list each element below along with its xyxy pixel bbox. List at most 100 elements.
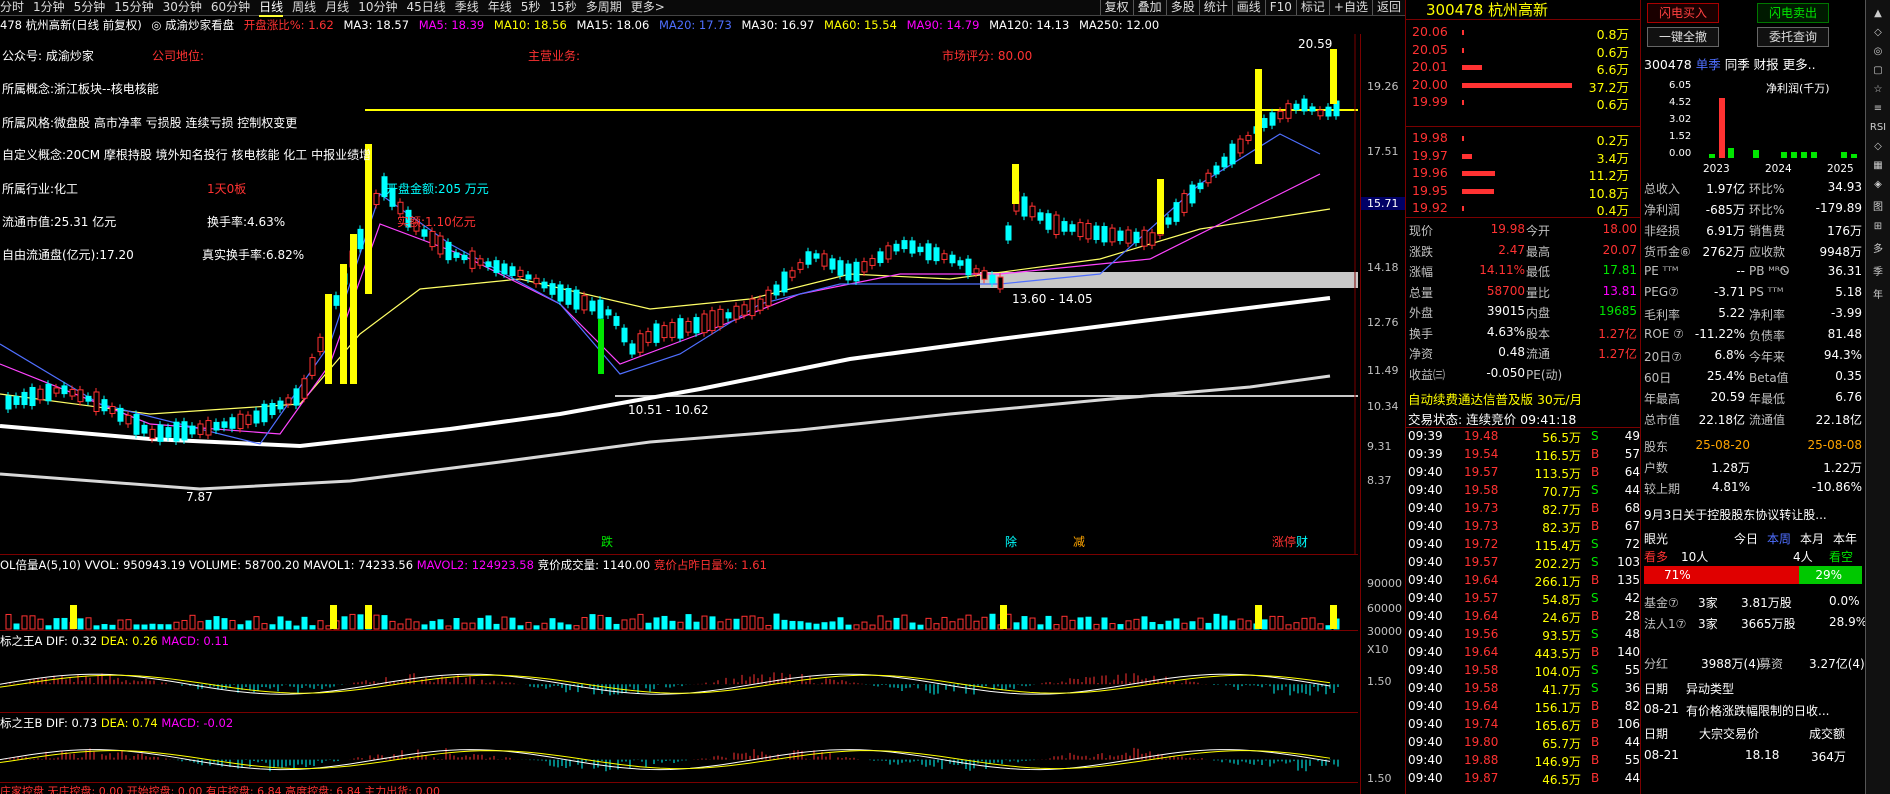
tick-row[interactable]: 09:40 19.80 65.7万 B 44 xyxy=(1406,735,1641,752)
tick-row[interactable]: 09:40 19.64 443.5万 B 140 xyxy=(1406,645,1641,662)
tool-button[interactable]: 返回 xyxy=(1371,0,1405,15)
book-row[interactable]: 19.96 11.2万 xyxy=(1412,165,1637,183)
candle xyxy=(37,388,44,401)
period-tab[interactable]: 5分钟 xyxy=(74,0,106,15)
sidebar-icon[interactable]: RSI xyxy=(1866,122,1890,133)
period-tab[interactable]: 季线 xyxy=(455,0,479,15)
tool-button[interactable]: 复权 xyxy=(1099,0,1133,15)
book-row[interactable]: 20.01 6.6万 xyxy=(1412,59,1637,77)
eye-tab[interactable]: 本年 xyxy=(1833,530,1857,547)
sidebar-icon[interactable]: ▢ xyxy=(1866,65,1890,76)
book-row[interactable]: 19.97 3.4万 xyxy=(1412,148,1637,166)
period-tab[interactable]: 多周期 xyxy=(586,0,622,15)
period-tab[interactable]: 1分钟 xyxy=(33,0,65,15)
period-tab[interactable]: 月线 xyxy=(325,0,349,15)
tick-row[interactable]: 09:40 19.56 93.5万 S 48 xyxy=(1406,627,1641,644)
finance-tab[interactable]: 财报 xyxy=(1754,57,1783,72)
book-row[interactable]: 20.06 0.8万 xyxy=(1412,24,1637,42)
tick-row[interactable]: 09:40 19.64 24.6万 B 28 xyxy=(1406,609,1641,626)
kline-chart[interactable] xyxy=(0,34,1358,554)
tick-row[interactable]: 09:40 19.64 266.1万 B 135 xyxy=(1406,573,1641,590)
period-tab[interactable]: 10分钟 xyxy=(358,0,397,15)
tick-row[interactable]: 09:40 19.58 104.0万 S 55 xyxy=(1406,663,1641,680)
trade-button[interactable]: 闪电卖出 xyxy=(1757,3,1829,23)
period-tab[interactable]: 5秒 xyxy=(521,0,541,15)
book-row[interactable]: 19.92 0.4万 xyxy=(1412,200,1637,218)
sidebar-icon[interactable]: 图 xyxy=(1866,198,1890,213)
tick-row[interactable]: 09:40 19.73 82.3万 B 67 xyxy=(1406,519,1641,536)
sidebar-icon[interactable]: ▲ xyxy=(1866,8,1890,19)
period-tab[interactable]: 分时 xyxy=(0,0,24,15)
sub-tag[interactable]: ◎ 成渝炒家看盘 xyxy=(151,18,234,32)
period-tab[interactable]: 45日线 xyxy=(406,0,445,15)
eye-tab[interactable]: 本周 xyxy=(1767,530,1791,547)
eye-tab[interactable]: 本月 xyxy=(1800,530,1824,547)
book-row[interactable]: 19.98 0.2万 xyxy=(1412,130,1637,148)
tool-button[interactable]: 统计 xyxy=(1198,0,1232,15)
sidebar-icon[interactable]: ⊞ xyxy=(1866,221,1890,232)
volume-bar xyxy=(1061,615,1068,630)
book-row[interactable]: 19.99 0.6万 xyxy=(1412,94,1637,112)
period-tab[interactable]: 15秒 xyxy=(549,0,576,15)
trade-button[interactable]: 闪电买入 xyxy=(1647,3,1719,23)
volume-bar xyxy=(1045,615,1052,630)
tick-row[interactable]: 09:40 19.73 82.7万 B 68 xyxy=(1406,501,1641,518)
sidebar-icon[interactable]: 季 xyxy=(1866,263,1890,278)
tick-row[interactable]: 09:40 19.72 115.4万 S 72 xyxy=(1406,537,1641,554)
tool-button[interactable]: +自选 xyxy=(1328,0,1372,15)
tool-button[interactable]: 多股 xyxy=(1165,0,1199,15)
period-tab[interactable]: 15分钟 xyxy=(114,0,153,15)
finance-tab[interactable]: 单季 xyxy=(1696,57,1725,72)
sidebar-icon[interactable]: ◈ xyxy=(1866,179,1890,190)
tick-row[interactable]: 09:40 19.57 113.5万 B 64 xyxy=(1406,465,1641,482)
finance-tab[interactable]: 同季 xyxy=(1725,57,1754,72)
tick-row[interactable]: 09:39 19.48 56.5万 S 49 xyxy=(1406,429,1641,446)
tick-row[interactable]: 09:40 19.57 202.2万 S 103 xyxy=(1406,555,1641,572)
tick-row[interactable]: 09:40 19.58 70.7万 S 44 xyxy=(1406,483,1641,500)
tool-button[interactable]: F10 xyxy=(1264,0,1296,15)
book-row[interactable]: 19.95 10.8万 xyxy=(1412,183,1637,201)
eye-tab[interactable]: 今日 xyxy=(1734,530,1758,547)
sidebar-icon[interactable]: ▦ xyxy=(1866,160,1890,171)
finance-tab[interactable]: 更多.. xyxy=(1783,57,1816,72)
tool-button[interactable]: 画线 xyxy=(1231,0,1265,15)
book-row[interactable]: 20.00 37.2万 xyxy=(1412,77,1637,95)
period-tab[interactable]: 更多> xyxy=(631,0,665,15)
tick-row[interactable]: 09:40 19.57 54.8万 S 42 xyxy=(1406,591,1641,608)
tick-row[interactable]: 09:40 19.87 46.5万 B 44 xyxy=(1406,771,1641,788)
tick-row[interactable]: 09:40 19.88 146.9万 B 55 xyxy=(1406,753,1641,770)
candle xyxy=(461,254,468,261)
tick-time: 09:40 xyxy=(1408,501,1443,515)
period-tab[interactable]: 日线 xyxy=(259,0,284,17)
tick-row[interactable]: 09:40 19.64 156.1万 B 82 xyxy=(1406,699,1641,716)
tool-button[interactable]: 叠加 xyxy=(1132,0,1166,15)
sidebar-icon[interactable]: ◇ xyxy=(1866,27,1890,38)
period-tab[interactable]: 30分钟 xyxy=(163,0,202,15)
trade-button[interactable]: 一键全撤 xyxy=(1647,27,1719,47)
sidebar-icon[interactable]: ≡ xyxy=(1866,103,1890,114)
tool-button[interactable]: 标记 xyxy=(1295,0,1329,15)
tick-row[interactable]: 09:40 19.74 165.6万 B 106 xyxy=(1406,717,1641,734)
volume-bar xyxy=(933,623,940,630)
fin-label: 销售费 xyxy=(1749,224,1786,238)
promo-text[interactable]: 自动续费通达信普及版 30元/月 xyxy=(1408,392,1582,407)
axis-current: 15.71 xyxy=(1361,197,1406,210)
period-tab[interactable]: 年线 xyxy=(488,0,512,15)
sidebar-icon[interactable]: ☆ xyxy=(1866,84,1890,95)
tick-row[interactable]: 09:39 19.54 116.5万 B 57 xyxy=(1406,447,1641,464)
sidebar-icon[interactable]: 多 xyxy=(1866,240,1890,255)
volume-bar xyxy=(853,624,860,630)
book-row[interactable]: 20.05 0.6万 xyxy=(1412,42,1637,60)
period-tab[interactable]: 周线 xyxy=(292,0,316,15)
promo-bar[interactable]: 自动续费通达信普及版 30元/月 xyxy=(1408,389,1638,408)
news-item[interactable]: 9月3日关于控股股东协议转让股... xyxy=(1644,506,1827,523)
period-tab[interactable]: 60分钟 xyxy=(211,0,250,15)
volume-bar xyxy=(1293,622,1300,630)
trade-button[interactable]: 委托查询 xyxy=(1757,27,1829,47)
sidebar-icon[interactable]: 年 xyxy=(1866,286,1890,301)
sidebar-icon[interactable]: ◇ xyxy=(1866,141,1890,152)
sidebar-icon[interactable]: ◎ xyxy=(1866,46,1890,57)
tick-row[interactable]: 09:40 19.58 41.7万 S 36 xyxy=(1406,681,1641,698)
volume-bar xyxy=(85,617,92,630)
volume-bar xyxy=(741,615,748,630)
